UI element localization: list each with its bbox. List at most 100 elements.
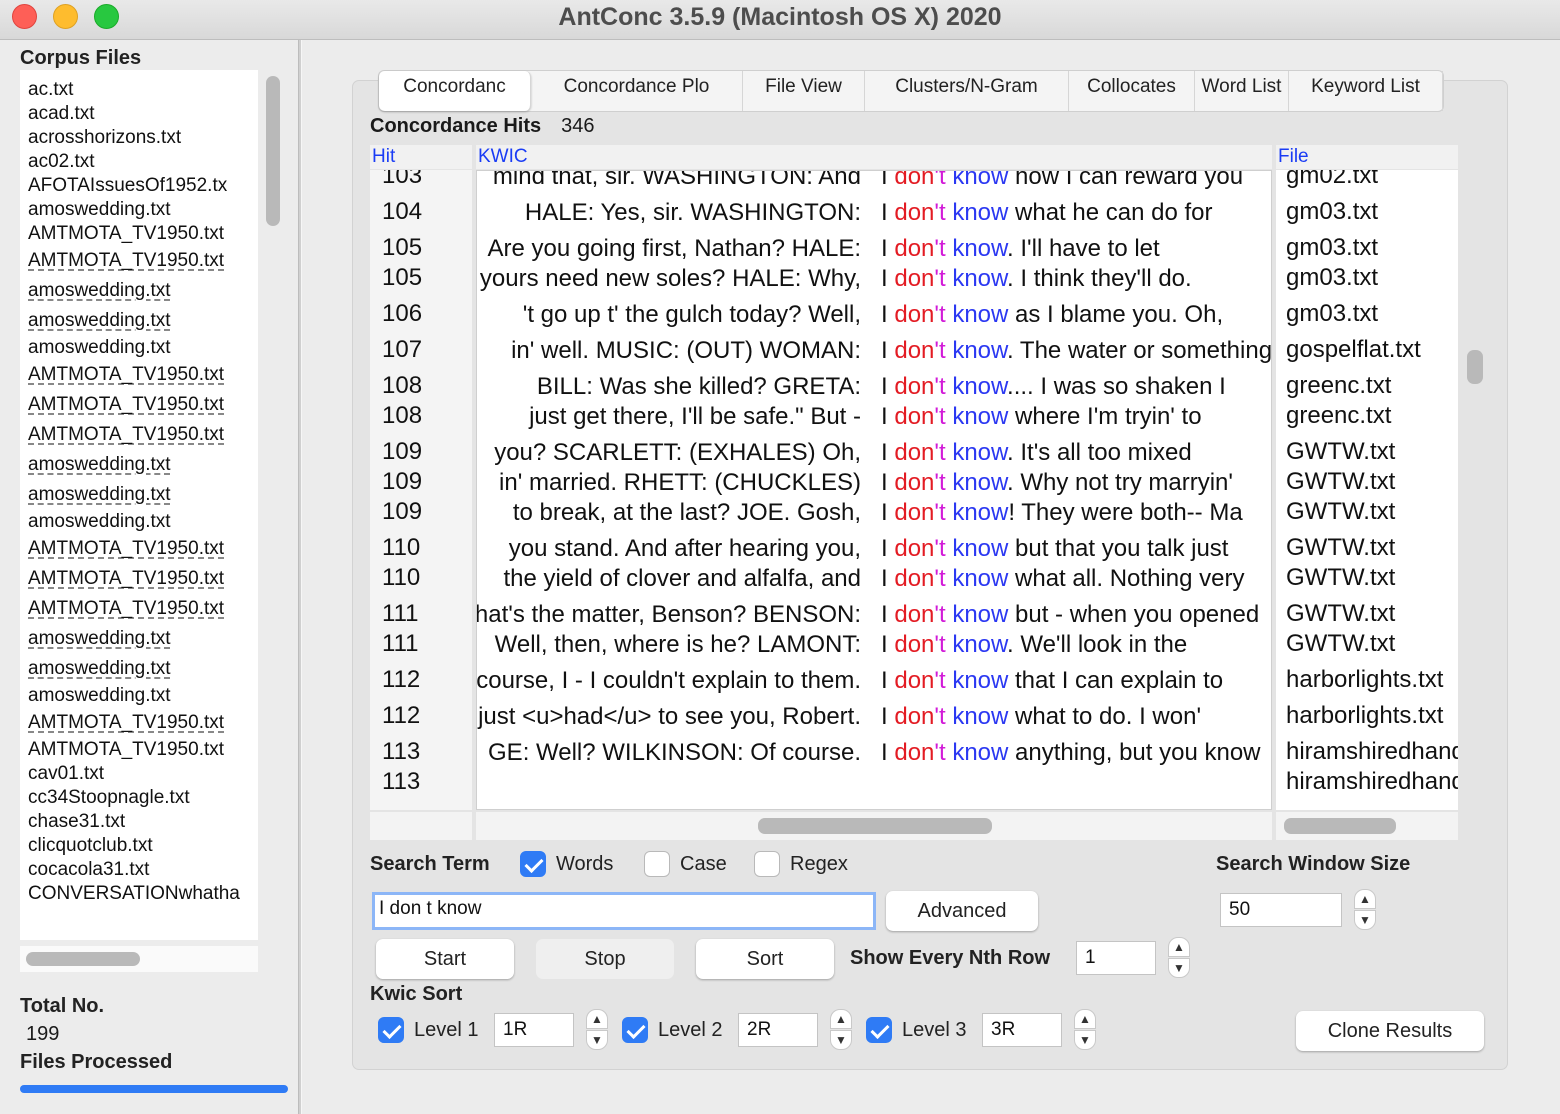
kwic-row[interactable]: just <u>had</u> to see you, Robert. I don… bbox=[477, 703, 1271, 733]
search-term-input[interactable]: I don t know bbox=[372, 892, 876, 930]
level-2-checkbox[interactable] bbox=[622, 1017, 648, 1043]
file-name[interactable]: gospelflat.txt bbox=[1286, 336, 1421, 364]
corpus-file-item[interactable]: AMTMOTA_TV1950.txt bbox=[28, 390, 254, 420]
kwic-row[interactable]: just get there, I'll be safe." But - I do… bbox=[477, 403, 1271, 433]
corpus-file-item[interactable]: cav01.txt bbox=[28, 762, 254, 786]
scroll-thumb[interactable] bbox=[266, 76, 280, 226]
corpus-file-item[interactable]: amoswedding.txt bbox=[28, 198, 254, 222]
file-name[interactable]: GWTW.txt bbox=[1286, 438, 1395, 466]
level-2-input[interactable]: 2R bbox=[738, 1013, 818, 1047]
file-name[interactable]: gm03.txt bbox=[1286, 198, 1378, 226]
level-1-stepper[interactable]: ▲ ▼ bbox=[586, 1009, 608, 1051]
corpus-file-item[interactable]: amoswedding.txt bbox=[28, 276, 254, 306]
stop-button[interactable]: Stop bbox=[536, 939, 674, 979]
file-name[interactable]: GWTW.txt bbox=[1286, 564, 1395, 592]
file-list-horizontal-scrollbar[interactable] bbox=[20, 946, 258, 972]
level-1-input[interactable]: 1R bbox=[494, 1013, 574, 1047]
corpus-file-item[interactable]: AMTMOTA_TV1950.txt bbox=[28, 222, 254, 246]
chevron-up-icon[interactable]: ▲ bbox=[1074, 1009, 1096, 1029]
corpus-file-item[interactable]: amoswedding.txt bbox=[28, 624, 254, 654]
kwic-row[interactable]: in' well. MUSIC: (OUT) WOMAN: I don't kno… bbox=[477, 337, 1271, 367]
kwic-row[interactable]: 't go up t' the gulch today? Well, I don'… bbox=[477, 301, 1271, 331]
corpus-file-item[interactable]: cocacola31.txt bbox=[28, 858, 254, 882]
corpus-file-item[interactable]: AMTMOTA_TV1950.txt bbox=[28, 738, 254, 762]
corpus-file-item[interactable]: AMTMOTA_TV1950.txt bbox=[28, 594, 254, 624]
show-every-nth-row-input[interactable]: 1 bbox=[1076, 941, 1156, 975]
kwic-row[interactable]: in' married. RHETT: (CHUCKLES) I don't kn… bbox=[477, 469, 1271, 499]
corpus-file-item[interactable]: amoswedding.txt bbox=[28, 450, 254, 480]
kwic-row[interactable]: Well, then, where is he? LAMONT: I don't … bbox=[477, 631, 1271, 661]
file-name[interactable]: hiramshiredhand.txt bbox=[1286, 738, 1458, 766]
corpus-file-item[interactable]: AMTMOTA_TV1950.txt bbox=[28, 564, 254, 594]
corpus-file-list[interactable]: ac.txt acad.txt acrosshorizons.txt ac02.txt… bbox=[20, 70, 258, 940]
file-name[interactable]: GWTW.txt bbox=[1286, 498, 1395, 526]
chevron-down-icon[interactable]: ▼ bbox=[830, 1030, 852, 1050]
search-window-size-stepper[interactable]: ▲ ▼ bbox=[1354, 889, 1376, 931]
regex-checkbox[interactable] bbox=[754, 851, 780, 877]
tab-word-list[interactable]: Word List bbox=[1195, 71, 1289, 111]
clone-results-button[interactable]: Clone Results bbox=[1296, 1011, 1484, 1051]
hit-horizontal-scrollbar[interactable] bbox=[370, 812, 472, 840]
scroll-thumb[interactable] bbox=[26, 952, 140, 966]
file-name[interactable]: GWTW.txt bbox=[1286, 534, 1395, 562]
case-checkbox[interactable] bbox=[644, 851, 670, 877]
kwic-horizontal-scrollbar[interactable] bbox=[476, 812, 1272, 840]
corpus-file-item[interactable]: AFOTAIssuesOf1952.tx bbox=[28, 174, 254, 198]
corpus-file-item[interactable]: ac.txt bbox=[28, 78, 254, 102]
file-name[interactable]: greenc.txt bbox=[1286, 372, 1391, 400]
kwic-column-header[interactable]: KWIC bbox=[476, 145, 1272, 169]
corpus-file-item[interactable]: AMTMOTA_TV1950.txt bbox=[28, 534, 254, 564]
file-column-header[interactable]: File bbox=[1276, 145, 1458, 169]
tab-clusters-n-gram[interactable]: Clusters/N-Gram bbox=[865, 71, 1069, 111]
tab-keyword-list[interactable]: Keyword List bbox=[1289, 71, 1443, 111]
tab-concordance-plo[interactable]: Concordance Plo bbox=[531, 71, 743, 111]
chevron-down-icon[interactable]: ▼ bbox=[586, 1030, 608, 1050]
chevron-up-icon[interactable]: ▲ bbox=[586, 1009, 608, 1029]
file-name[interactable]: greenc.txt bbox=[1286, 402, 1391, 430]
corpus-file-item[interactable]: chase31.txt bbox=[28, 810, 254, 834]
chevron-up-icon[interactable]: ▲ bbox=[830, 1009, 852, 1029]
file-name[interactable]: hiramshiredhand.txt bbox=[1286, 768, 1458, 796]
corpus-file-item[interactable]: amoswedding.txt bbox=[28, 480, 254, 510]
level-2-stepper[interactable]: ▲ ▼ bbox=[830, 1009, 852, 1051]
corpus-file-item[interactable]: acrosshorizons.txt bbox=[28, 126, 254, 150]
panel-divider[interactable] bbox=[298, 40, 302, 1114]
level-3-checkbox[interactable] bbox=[866, 1017, 892, 1043]
corpus-file-item[interactable]: AMTMOTA_TV1950.txt bbox=[28, 420, 254, 450]
corpus-file-item[interactable]: amoswedding.txt bbox=[28, 684, 254, 708]
file-name[interactable]: GWTW.txt bbox=[1286, 630, 1395, 658]
file-name[interactable]: gm03.txt bbox=[1286, 234, 1378, 262]
search-window-size-input[interactable]: 50 bbox=[1220, 893, 1342, 927]
kwic-row[interactable]: HALE: Yes, sir. WASHINGTON: I don't know … bbox=[477, 199, 1271, 229]
sort-button[interactable]: Sort bbox=[696, 939, 834, 979]
kwic-column[interactable]: mind that, sir. WASHINGTON: And I don't k… bbox=[476, 170, 1272, 810]
tab-collocates[interactable]: Collocates bbox=[1069, 71, 1195, 111]
file-name[interactable]: GWTW.txt bbox=[1286, 600, 1395, 628]
file-name[interactable]: gm03.txt bbox=[1286, 300, 1378, 328]
hit-column-header[interactable]: Hit bbox=[370, 145, 472, 169]
corpus-file-item[interactable]: amoswedding.txt bbox=[28, 510, 254, 534]
kwic-row[interactable]: What's the matter, Benson? BENSON: I don'… bbox=[477, 601, 1271, 631]
nth-row-stepper[interactable]: ▲ ▼ bbox=[1168, 937, 1190, 979]
tab-file-view[interactable]: File View bbox=[743, 71, 865, 111]
chevron-down-icon[interactable]: ▼ bbox=[1354, 910, 1376, 930]
corpus-file-item[interactable]: amoswedding.txt bbox=[28, 336, 254, 360]
file-column[interactable]: gm02.txt gm03.txt gm03.txt gm03.txt gm03.txt… bbox=[1276, 170, 1458, 810]
kwic-row[interactable]: you stand. And after hearing you, I don't… bbox=[477, 535, 1271, 565]
kwic-row[interactable]: to break, at the last? JOE. Gosh, I don't… bbox=[477, 499, 1271, 529]
corpus-file-item[interactable]: AMTMOTA_TV1950.txt bbox=[28, 246, 254, 276]
words-checkbox[interactable] bbox=[520, 851, 546, 877]
file-horizontal-scrollbar[interactable] bbox=[1276, 812, 1458, 840]
chevron-up-icon[interactable]: ▲ bbox=[1354, 889, 1376, 909]
start-button[interactable]: Start bbox=[376, 939, 514, 979]
kwic-row[interactable]: GE: Well? WILKINSON: Of course. I don't k… bbox=[477, 739, 1271, 769]
corpus-file-item[interactable]: clicquotclub.txt bbox=[28, 834, 254, 858]
results-vertical-scroll-thumb[interactable] bbox=[1467, 350, 1483, 384]
advanced-button[interactable]: Advanced bbox=[886, 891, 1038, 931]
kwic-row[interactable]: BILL: Was she killed? GRETA: I don't know… bbox=[477, 373, 1271, 403]
file-name[interactable]: harborlights.txt bbox=[1286, 666, 1443, 694]
scroll-thumb[interactable] bbox=[758, 818, 992, 834]
scroll-thumb[interactable] bbox=[1284, 818, 1396, 834]
kwic-row[interactable]: yours need new soles? HALE: Why, I don't … bbox=[477, 265, 1271, 295]
chevron-down-icon[interactable]: ▼ bbox=[1168, 958, 1190, 978]
